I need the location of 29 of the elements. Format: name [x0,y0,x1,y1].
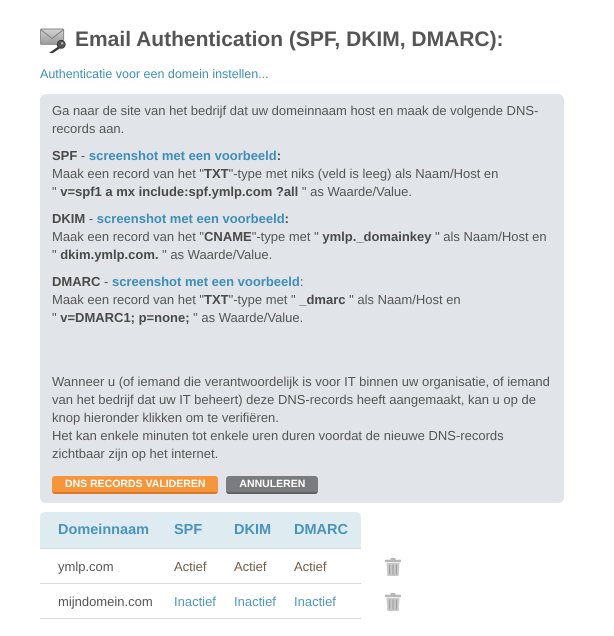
example-link[interactable]: screenshot met een voorbeeld [112,274,300,289]
status-cell-text: Actief [174,558,208,574]
verification-text: Wanneer u (of iemand die verantwoordelijk is voor IT binnen uw organisatie, of iemand van het bedrijf dat uw IT beheert) deze DNS-records heeft aangemaakt, kan u op de knop hieronder klikken om te verifiëren. Het kan enkele minuten tot enkele uren duren voordat de nieuwe DNS-records zichtbaar zijn op het internet. [52,373,551,463]
status-cell-text: Inactief [234,594,277,608]
trash-icon[interactable] [385,558,401,576]
page-title: Email Authentication (SPF, DKIM, DMARC): [75,27,504,53]
status-cell-text: Actief [294,558,328,574]
column-header: SPF [174,522,204,538]
status-cell-text: Inactief [294,594,337,608]
column-header: Domeinnaam [57,522,150,538]
domain-cell-text: mijndomein.com [57,594,154,608]
record-instruction: Maak een record van het "CNAME"-type met " ymlp._domainkey " als Naam/Host en " dkim.ymlp.com. " as Waarde/Value. [52,228,548,264]
record-instruction: Maak een record van het "TXT"-type met " _dmarc " als Naam/Host en " v=DMARC1; p=none; " as Waarde/Value. [52,291,462,327]
example-link[interactable]: screenshot met een voorbeeld [88,148,277,163]
status-cell-text: Inactief [174,594,217,608]
validate-button[interactable]: DNS RECORDS VALIDEREN [52,476,218,494]
example-link[interactable]: screenshot met een voorbeeld [96,211,285,226]
domain-cell-text: ymlp.com [57,558,115,574]
record-heading: DKIM - screenshot met een voorbeeld: [52,210,290,228]
setup-link[interactable]: Authenticatie voor een domein instellen... [40,66,269,82]
column-header: DKIM [234,522,272,538]
trash-icon[interactable] [385,592,401,610]
cancel-button[interactable]: ANNULEREN [226,476,318,494]
column-header: DMARC [294,522,349,538]
record-instruction: Maak een record van het "TXT"-type met niks (veld is leeg) als Naam/Host en " v=spf1 a mx include:spf.ymlp.com ?all " as Waarde/Value. [52,165,500,201]
record-heading: DMARC - screenshot met een voorbeeld: [52,273,304,291]
intro-text: Ga naar de site van het bedrijf dat uw domeinnaam host en maak de volgende DNS-records aan. [52,102,540,138]
status-cell-text: Actief [234,558,268,574]
record-heading: SPF - screenshot met een voorbeeld: [52,147,282,165]
